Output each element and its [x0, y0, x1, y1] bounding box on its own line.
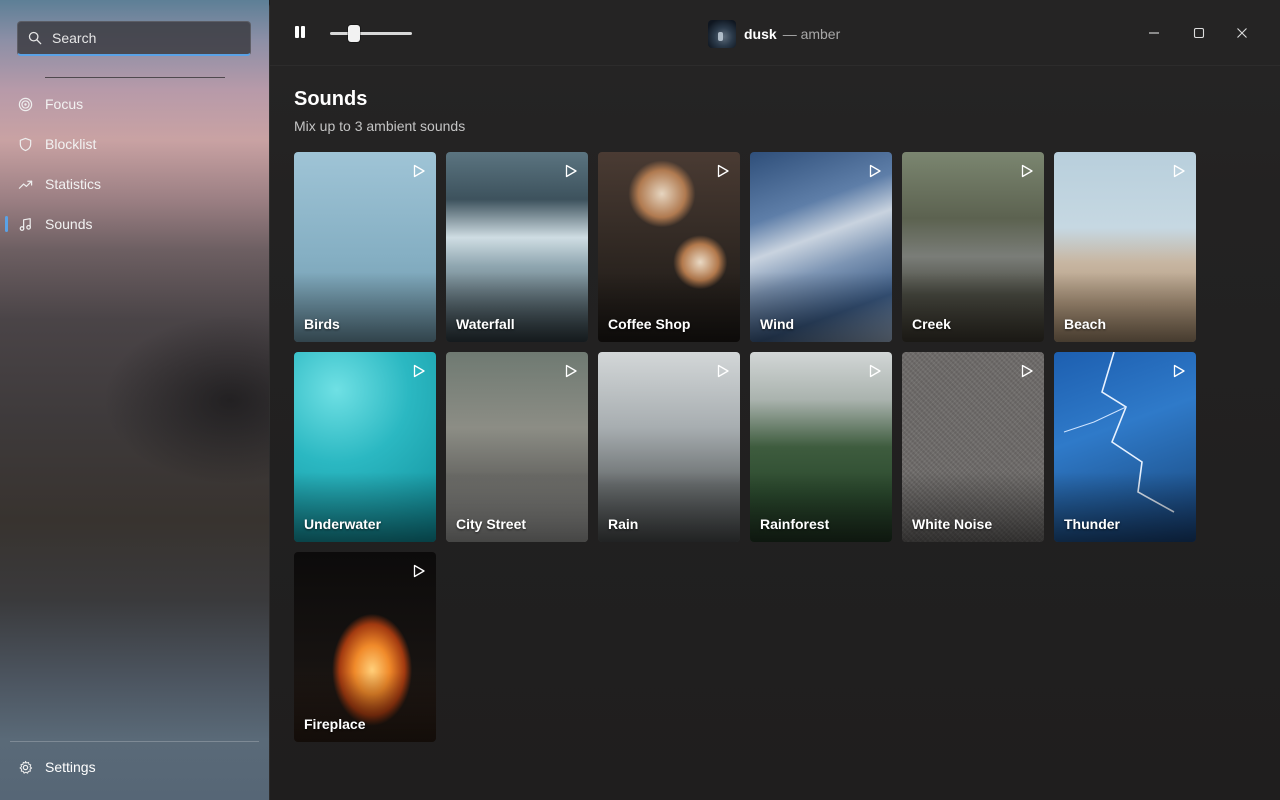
play-icon[interactable] — [868, 164, 882, 178]
artist-name: — amber — [782, 25, 841, 42]
volume-slider[interactable] — [330, 24, 412, 42]
sidebar-nav: Focus Blocklist Statistics Sounds — [0, 84, 269, 244]
sound-card-label: Creek — [912, 316, 951, 332]
sound-card-wind[interactable]: Wind — [750, 152, 892, 342]
sound-card-label: Waterfall — [456, 316, 515, 332]
sound-card-label: White Noise — [912, 516, 993, 532]
close-button[interactable] — [1228, 20, 1256, 46]
pause-button[interactable] — [292, 24, 308, 42]
sound-card-label: Thunder — [1064, 516, 1120, 532]
play-icon[interactable] — [868, 364, 882, 378]
search-box[interactable] — [17, 21, 251, 56]
settings-label: Settings — [45, 759, 96, 775]
sidebar-item-label: Blocklist — [45, 136, 97, 152]
sound-card-label: Fireplace — [304, 716, 366, 732]
play-icon[interactable] — [564, 164, 578, 178]
sidebar: Focus Blocklist Statistics Sounds — [0, 0, 269, 800]
sound-card-label: Birds — [304, 316, 340, 332]
sidebar-item-blocklist[interactable]: Blocklist — [0, 124, 269, 164]
play-icon[interactable] — [1020, 164, 1034, 178]
maximize-icon — [1193, 27, 1205, 39]
sound-card-label: City Street — [456, 516, 527, 532]
sound-grid: Birds Waterfall Coffee Shop Wind Creek B… — [294, 152, 1198, 742]
pause-icon-bar — [295, 26, 299, 38]
trending-chart-icon — [18, 180, 33, 189]
sound-card-rainforest[interactable]: Rainforest — [750, 352, 892, 542]
sidebar-bottom-divider — [10, 741, 259, 742]
sidebar-item-statistics[interactable]: Statistics — [0, 164, 269, 204]
volume-thumb[interactable] — [348, 25, 360, 42]
volume-track — [330, 32, 412, 35]
page-subtitle: Mix up to 3 ambient sounds — [294, 118, 466, 134]
sound-card-beach[interactable]: Beach — [1054, 152, 1196, 342]
track-name: dusk — [744, 25, 777, 42]
search-input[interactable] — [52, 30, 242, 46]
play-icon[interactable] — [564, 364, 578, 378]
music-note-icon — [19, 217, 31, 231]
search-icon — [28, 31, 42, 45]
sound-card-city-street[interactable]: City Street — [446, 352, 588, 542]
now-playing[interactable]: dusk — amber — [708, 19, 840, 48]
sidebar-item-sounds[interactable]: Sounds — [0, 204, 269, 244]
sound-card-fireplace[interactable]: Fireplace — [294, 552, 436, 742]
album-art — [708, 19, 736, 48]
sound-card-label: Wind — [760, 316, 795, 332]
page-title: Sounds — [294, 88, 368, 110]
sidebar-item-label: Statistics — [45, 176, 102, 192]
sound-card-underwater[interactable]: Underwater — [294, 352, 436, 542]
sound-card-label: Coffee Shop — [608, 316, 691, 332]
focus-target-icon — [18, 97, 33, 111]
play-icon[interactable] — [1172, 364, 1186, 378]
active-indicator — [5, 216, 8, 232]
sound-card-birds[interactable]: Birds — [294, 152, 436, 342]
sound-card-label: Rainforest — [760, 516, 830, 532]
play-icon[interactable] — [716, 164, 730, 178]
minimize-button[interactable] — [1140, 20, 1168, 46]
play-icon[interactable] — [412, 364, 426, 378]
sound-card-thunder[interactable]: Thunder — [1054, 352, 1196, 542]
sidebar-item-settings[interactable]: Settings — [0, 747, 269, 787]
play-icon[interactable] — [1172, 164, 1186, 178]
shield-icon — [19, 137, 32, 151]
sound-card-waterfall[interactable]: Waterfall — [446, 152, 588, 342]
play-icon[interactable] — [1020, 364, 1034, 378]
title-bar: dusk — amber — [270, 0, 1280, 66]
maximize-button[interactable] — [1185, 20, 1213, 46]
sidebar-item-label: Sounds — [45, 216, 93, 232]
sound-card-label: Rain — [608, 516, 639, 532]
gear-icon — [19, 760, 33, 774]
sound-card-white-noise[interactable]: White Noise — [902, 352, 1044, 542]
sound-card-rain[interactable]: Rain — [598, 352, 740, 542]
pause-icon-bar — [301, 26, 305, 38]
sidebar-item-label: Focus — [45, 96, 84, 112]
sidebar-divider — [45, 77, 225, 78]
sidebar-item-focus[interactable]: Focus — [0, 84, 269, 124]
close-icon — [1237, 28, 1247, 38]
sound-card-label: Underwater — [304, 516, 382, 532]
play-icon[interactable] — [412, 164, 426, 178]
main-panel: dusk — amber Sounds Mix up to 3 ambient … — [269, 0, 1280, 800]
play-icon[interactable] — [412, 564, 426, 578]
sound-card-creek[interactable]: Creek — [902, 152, 1044, 342]
sound-card-coffee-shop[interactable]: Coffee Shop — [598, 152, 740, 342]
minimize-icon — [1149, 32, 1159, 34]
sound-card-label: Beach — [1064, 316, 1107, 332]
play-icon[interactable] — [716, 364, 730, 378]
